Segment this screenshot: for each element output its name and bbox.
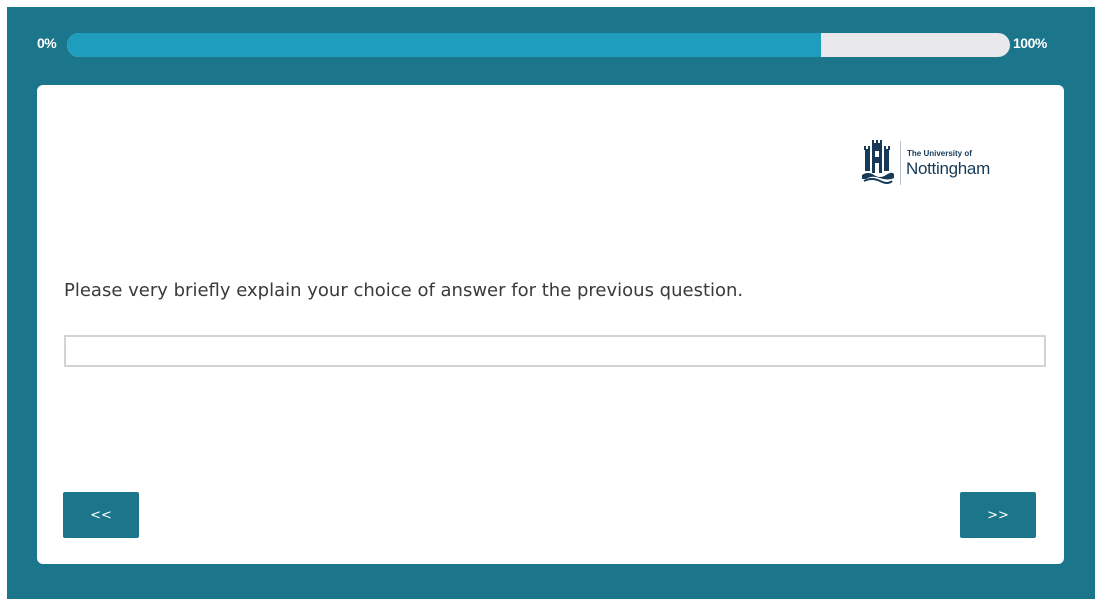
- castle-crest-icon: [862, 140, 894, 184]
- logo-divider: [900, 141, 901, 185]
- university-logo: The University of Nottingham: [860, 139, 1020, 187]
- progress-min-label: 0%: [37, 35, 57, 51]
- back-button[interactable]: <<: [63, 492, 139, 538]
- progress-max-label: 100%: [1013, 35, 1047, 51]
- progress-fill: [67, 33, 822, 57]
- progress-track: [67, 33, 1010, 57]
- progress-bar-row: 0% 100%: [7, 32, 1095, 60]
- logo-nottingham-text: Nottingham: [906, 159, 990, 178]
- next-button[interactable]: >>: [960, 492, 1036, 538]
- answer-input[interactable]: [64, 335, 1046, 367]
- survey-frame: 0% 100% The University of Nottingham Ple…: [7, 7, 1095, 599]
- question-text: Please very briefly explain your choice …: [64, 280, 744, 301]
- question-card: The University of Nottingham Please very…: [37, 85, 1064, 564]
- logo-university-of-text: The University of: [907, 149, 972, 158]
